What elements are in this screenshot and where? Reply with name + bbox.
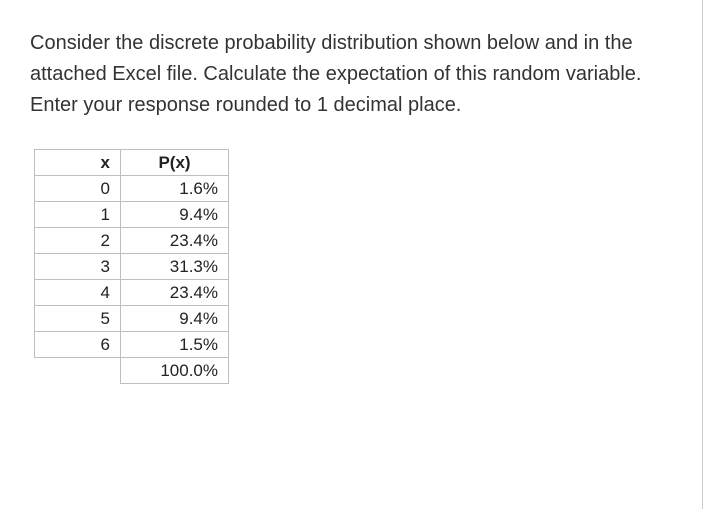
cell-x: 0 [35, 176, 121, 202]
table-row: 2 23.4% [35, 228, 229, 254]
cell-x: 3 [35, 254, 121, 280]
cell-total-empty [35, 358, 121, 384]
table-row: 6 1.5% [35, 332, 229, 358]
cell-px: 31.3% [121, 254, 229, 280]
cell-x: 5 [35, 306, 121, 332]
table-row: 1 9.4% [35, 202, 229, 228]
table-row: 0 1.6% [35, 176, 229, 202]
cell-x: 4 [35, 280, 121, 306]
cell-x: 6 [35, 332, 121, 358]
probability-table: x P(x) 0 1.6% 1 9.4% 2 23.4% 3 31.3% 4 2… [34, 149, 229, 384]
cell-px: 1.6% [121, 176, 229, 202]
cell-px: 9.4% [121, 202, 229, 228]
cell-total: 100.0% [121, 358, 229, 384]
column-header-x: x [35, 150, 121, 176]
table-header-row: x P(x) [35, 150, 229, 176]
question-text: Consider the discrete probability distri… [30, 28, 672, 121]
table-row: 4 23.4% [35, 280, 229, 306]
cell-px: 9.4% [121, 306, 229, 332]
question-frame: Consider the discrete probability distri… [0, 0, 703, 509]
cell-x: 2 [35, 228, 121, 254]
cell-x: 1 [35, 202, 121, 228]
table-row: 3 31.3% [35, 254, 229, 280]
table-row: 5 9.4% [35, 306, 229, 332]
cell-px: 1.5% [121, 332, 229, 358]
table-total-row: 100.0% [35, 358, 229, 384]
cell-px: 23.4% [121, 228, 229, 254]
cell-px: 23.4% [121, 280, 229, 306]
column-header-px: P(x) [121, 150, 229, 176]
